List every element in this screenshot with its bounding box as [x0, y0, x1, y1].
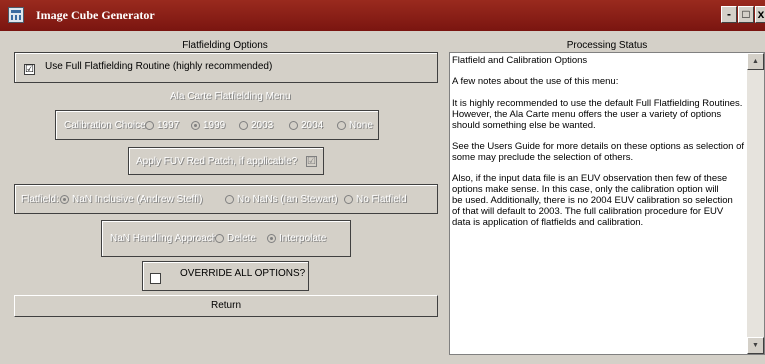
nan-handling-label: NaN Handling Approach:: [110, 233, 221, 244]
status-line: some may preclude the selection of other…: [452, 152, 634, 163]
calibration-choice-group: Calibration Choice: 1997 1999 2003 2004 …: [55, 110, 379, 140]
status-line: See the Users Guide for more details on …: [452, 141, 745, 152]
status-line: However, the Ala Carte menu offers the u…: [452, 109, 722, 120]
full-flatfield-group: ☑ Use Full Flatfielding Routine (highly …: [14, 52, 438, 83]
vertical-scrollbar[interactable]: ▲ ▼: [747, 53, 764, 354]
ala-carte-menu-title: Ala Carte Flatfielding Menu: [170, 91, 291, 102]
flatfield-no-nans-radio[interactable]: [225, 195, 234, 204]
calibration-none-radio[interactable]: [337, 121, 346, 130]
calibration-1997-radio[interactable]: [145, 121, 154, 130]
processing-status-text[interactable]: Flatfield and Calibration Options A few …: [449, 52, 765, 355]
status-line: should something else be wanted.: [452, 120, 596, 131]
app-icon: [8, 7, 24, 23]
scroll-up-icon[interactable]: ▲: [747, 53, 764, 70]
override-group: OVERRIDE ALL OPTIONS?: [142, 261, 309, 291]
nan-delete-label: Delete: [227, 233, 256, 244]
nan-delete-radio[interactable]: [215, 234, 224, 243]
status-line: Also, if the input data file is an EUV o…: [452, 173, 728, 184]
flatfield-nan-inclusive-label: NaN Inclusive (Andrew Steffl): [72, 194, 203, 205]
calibration-none-label: None: [349, 120, 373, 131]
fuv-red-patch-group: Apply FUV Red Patch, if applicable? ☑: [128, 147, 324, 175]
override-checkbox[interactable]: [150, 273, 161, 284]
calibration-2004-radio[interactable]: [289, 121, 298, 130]
nan-interpolate-label: Interpolate: [279, 233, 327, 244]
flatfield-choice-group: Flatfield: NaN Inclusive (Andrew Steffl)…: [14, 184, 438, 214]
window-title: Image Cube Generator: [36, 8, 155, 22]
status-line: options make sense. In this case, only t…: [452, 184, 719, 195]
full-flatfield-checkbox[interactable]: ☑: [24, 64, 35, 75]
title-bar[interactable]: Image Cube Generator - □ x: [0, 0, 765, 31]
calibration-1999-label: 1999: [203, 120, 226, 131]
flatfield-no-nans-label: No NaNs (Ian Stewart): [237, 194, 338, 205]
nan-interpolate-radio[interactable]: [267, 234, 276, 243]
flatfield-none-label: No Flatfield: [356, 194, 407, 205]
flatfield-label: Flatfield:: [21, 194, 59, 205]
fuv-red-patch-label: Apply FUV Red Patch, if applicable?: [136, 156, 298, 167]
flatfield-none-radio[interactable]: [344, 195, 353, 204]
nan-handling-group: NaN Handling Approach: Delete Interpolat…: [101, 220, 351, 257]
scroll-down-icon[interactable]: ▼: [747, 337, 764, 354]
calibration-2004-label: 2004: [301, 120, 324, 131]
status-line: be used. Additionally, there is no 2004 …: [452, 195, 733, 206]
status-line: A few notes about the use of this menu:: [452, 76, 619, 87]
minimize-button[interactable]: -: [721, 6, 737, 23]
calibration-2003-radio[interactable]: [239, 121, 248, 130]
fuv-red-patch-checkbox[interactable]: ☑: [306, 156, 317, 167]
calibration-1999-radio[interactable]: [191, 121, 200, 130]
calibration-choice-label: Calibration Choice:: [64, 120, 149, 131]
status-line: Flatfield and Calibration Options: [452, 55, 588, 66]
status-line: It is highly recommended to use the defa…: [452, 98, 743, 109]
full-flatfield-label: Use Full Flatfielding Routine (highly re…: [45, 61, 273, 72]
calibration-2003-label: 2003: [251, 120, 274, 131]
flatfield-nan-inclusive-radio[interactable]: [60, 195, 69, 204]
return-button[interactable]: Return: [14, 295, 438, 317]
status-line: of that will default to 2003. The full c…: [452, 206, 724, 217]
status-line: data is application of flatfields and ca…: [452, 217, 644, 228]
override-label: OVERRIDE ALL OPTIONS?: [180, 268, 306, 279]
calibration-1997-label: 1997: [157, 120, 180, 131]
flatfielding-options-header: Flatfielding Options: [182, 40, 268, 51]
processing-status-header: Processing Status: [566, 40, 648, 51]
close-button[interactable]: x: [755, 6, 765, 23]
maximize-button[interactable]: □: [738, 6, 754, 23]
